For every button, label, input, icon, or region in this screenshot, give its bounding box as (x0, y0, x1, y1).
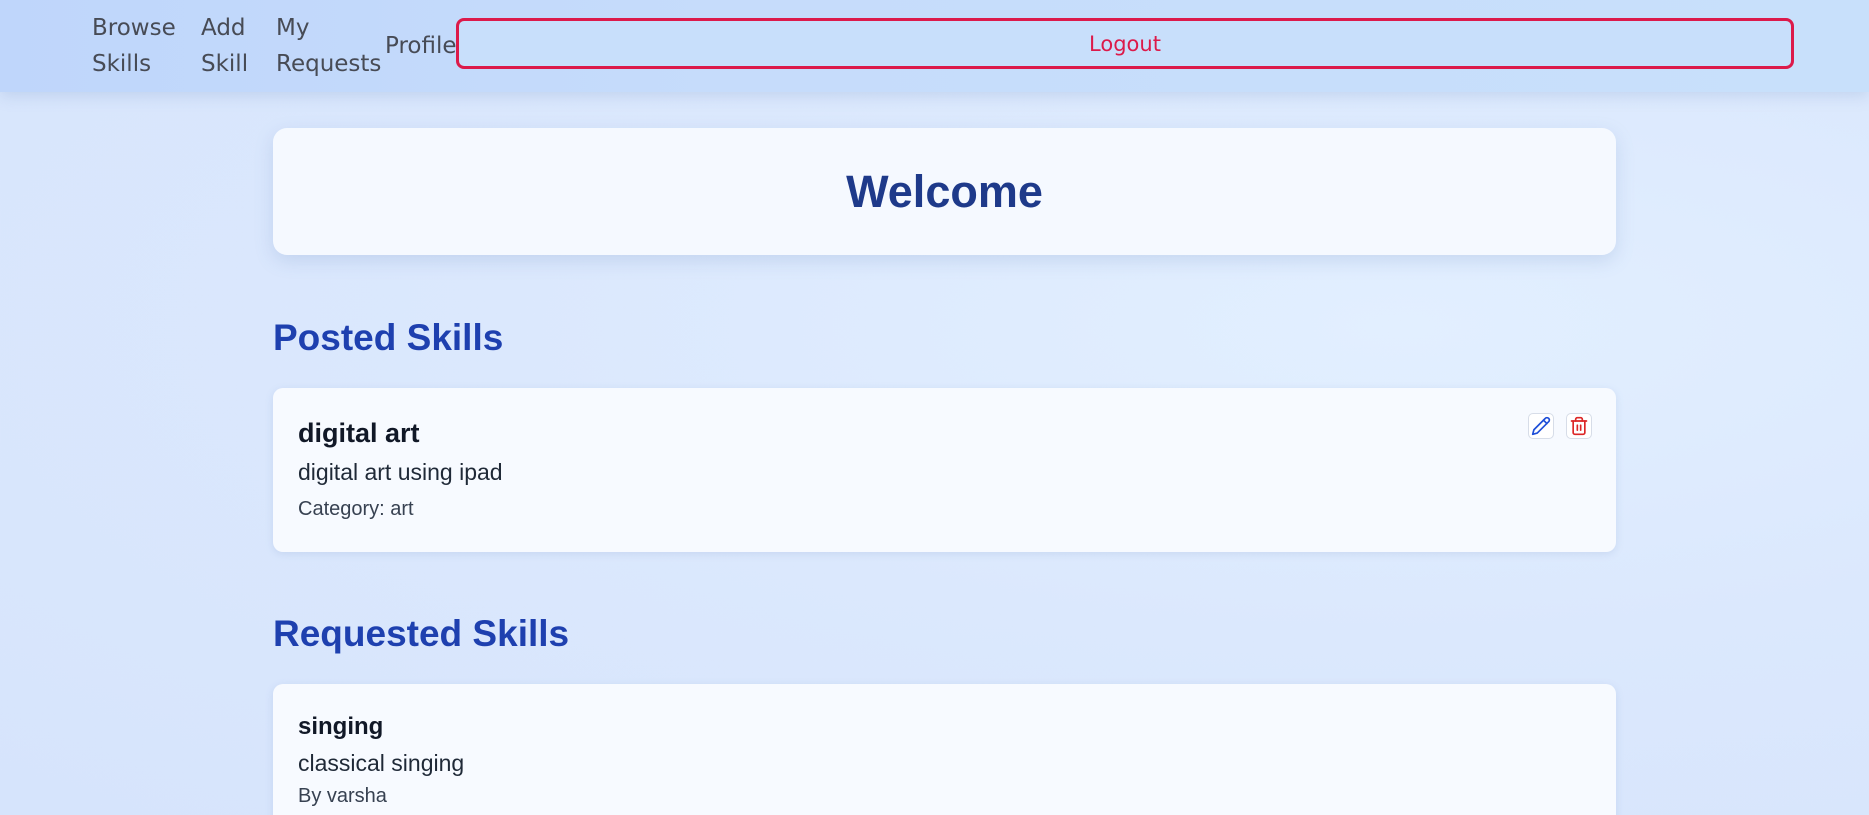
skill-category: Category: art (298, 498, 414, 520)
delete-skill-button[interactable] (1566, 413, 1592, 439)
nav-browse-skills-link[interactable]: Browse Skills (92, 10, 182, 82)
posted-skill-card: digital art digital art using ipad Categ… (273, 388, 1616, 552)
edit-skill-button[interactable] (1528, 413, 1554, 439)
logout-button[interactable]: Logout (456, 18, 1794, 69)
skill-title: singing (298, 713, 384, 740)
posted-skills-heading: Posted Skills (273, 317, 504, 358)
skill-title: digital art (298, 418, 420, 448)
pencil-icon (1531, 416, 1551, 436)
skill-description: digital art using ipad (298, 459, 503, 485)
top-navbar: Browse Skills Add Skill My Requests Prof… (0, 0, 1869, 92)
welcome-title: Welcome (846, 165, 1043, 217)
requested-skill-card: singing classical singing By varsha (273, 684, 1616, 815)
nav-add-skill-link[interactable]: Add Skill (201, 10, 257, 82)
trash-icon (1569, 416, 1589, 436)
nav-profile-link[interactable]: Profile (385, 28, 457, 64)
nav-my-requests-link[interactable]: My Requests (276, 10, 381, 82)
skill-author: By varsha (298, 785, 387, 807)
skill-description: classical singing (298, 750, 465, 776)
welcome-card: Welcome (273, 128, 1616, 255)
requested-skills-heading: Requested Skills (273, 613, 570, 654)
